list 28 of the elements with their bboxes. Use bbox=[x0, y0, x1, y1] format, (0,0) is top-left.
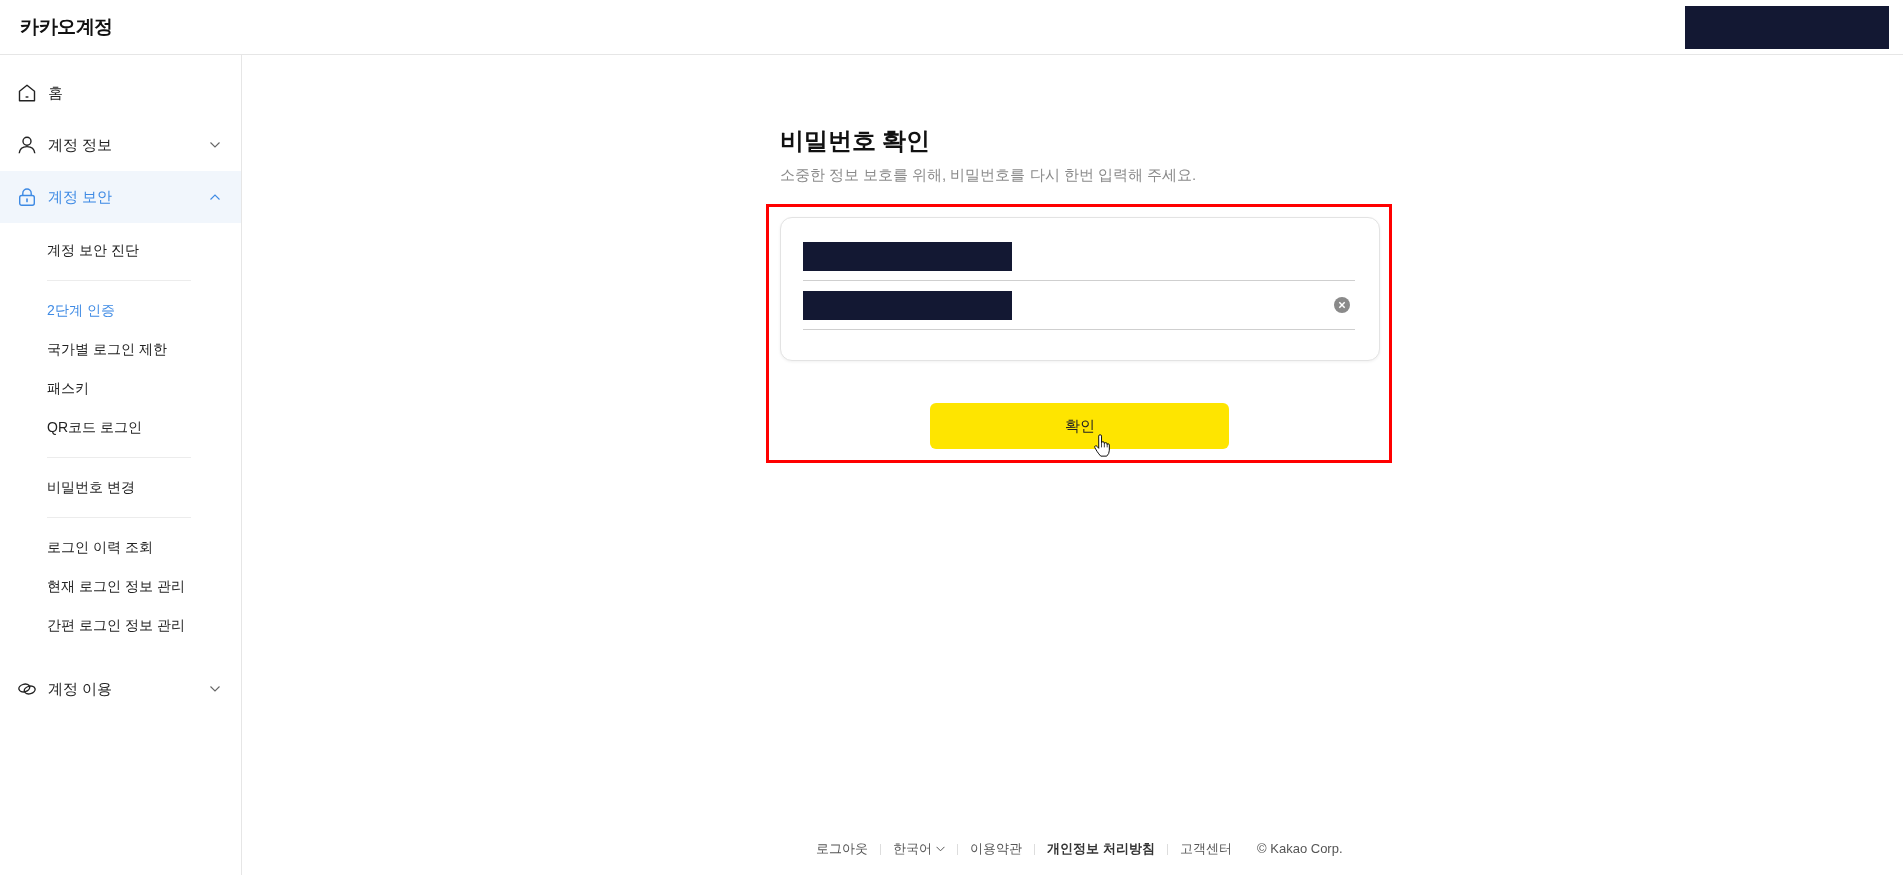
sidebar-subitem[interactable]: 계정 보안 진단 bbox=[47, 231, 139, 270]
language-dropdown[interactable]: 한국어 bbox=[893, 839, 946, 859]
sidebar-subitem[interactable]: 비밀번호 변경 bbox=[47, 468, 135, 507]
footer-link[interactable]: 이용약관 bbox=[970, 839, 1023, 859]
sidebar-subitem[interactable]: 국가별 로그인 제한 bbox=[47, 330, 167, 369]
footer-link[interactable]: 개인정보 처리방침 bbox=[1047, 839, 1156, 859]
confirm-button[interactable]: 확인 bbox=[930, 403, 1229, 449]
chevron-down-icon bbox=[936, 846, 946, 852]
sidebar-subitem[interactable]: 패스키 bbox=[47, 369, 89, 408]
link-icon bbox=[18, 680, 36, 698]
person-icon bbox=[18, 136, 36, 154]
sidebar-item[interactable]: 계정 이용 bbox=[0, 663, 241, 715]
sidebar-subitem[interactable]: QR코드 로그인 bbox=[47, 408, 142, 447]
footer-link[interactable]: 로그아웃 bbox=[816, 839, 869, 859]
sidebar-subitem[interactable]: 로그인 이력 조회 bbox=[47, 528, 153, 567]
page-title: 비밀번호 확인 bbox=[779, 126, 932, 156]
sidebar-item[interactable]: 홈 bbox=[0, 67, 241, 119]
footer-link[interactable]: 고객센터 bbox=[1180, 839, 1233, 859]
home-icon bbox=[18, 84, 36, 102]
sidebar-subitem[interactable]: 2단계 인증 bbox=[47, 291, 115, 330]
copyright-text: © Kakao Corp. bbox=[1257, 840, 1343, 858]
sidebar-subitem[interactable]: 현재 로그인 정보 관리 bbox=[47, 567, 185, 606]
clear-icon[interactable] bbox=[1333, 297, 1350, 313]
sidebar-subitem[interactable]: 간편 로그인 정보 관리 bbox=[47, 606, 185, 645]
page-subtitle: 소중한 정보 보호를 위해, 비밀번호를 다시 한번 입력해 주세요. bbox=[779, 165, 1198, 185]
sidebar-item[interactable]: 계정 정보 bbox=[0, 119, 241, 171]
logo-text[interactable]: 카카오계정 bbox=[20, 14, 113, 40]
lock-icon bbox=[18, 188, 36, 206]
